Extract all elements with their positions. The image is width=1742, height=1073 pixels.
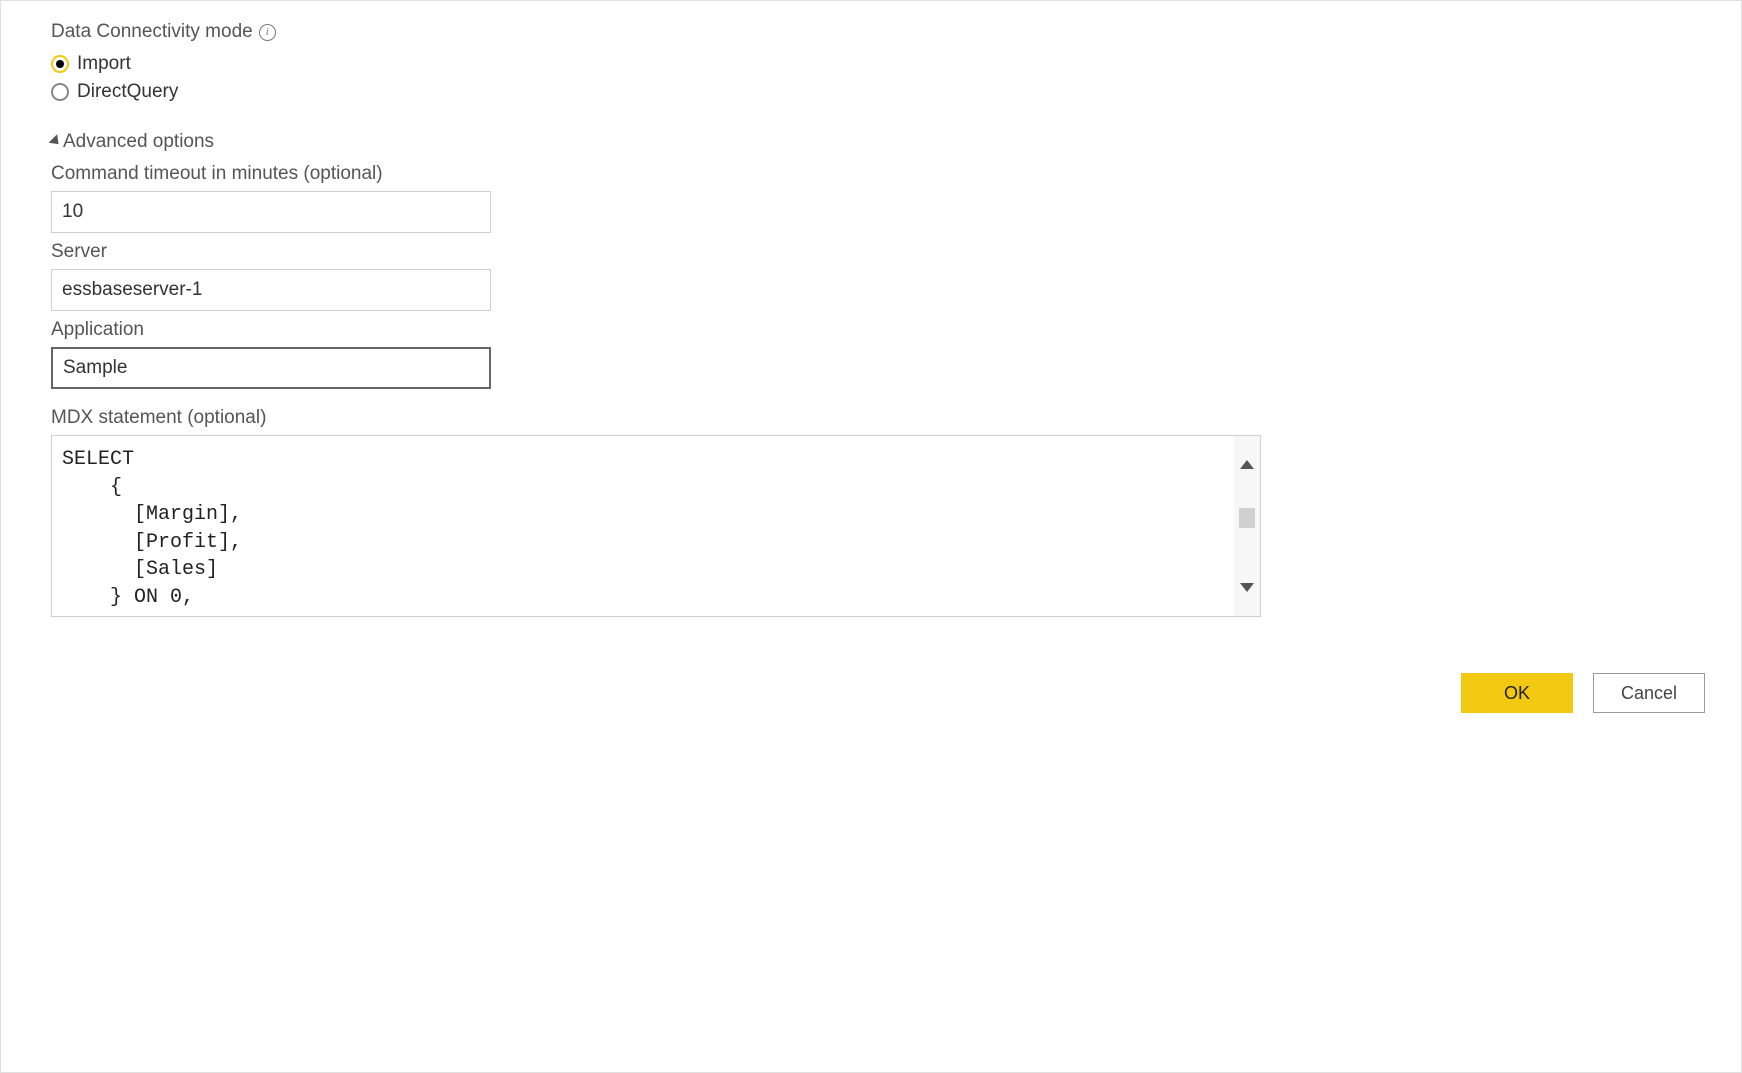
server-label: Server	[51, 241, 1711, 263]
mdx-input-wrapper	[51, 435, 1261, 617]
chevron-expand-icon	[49, 134, 63, 148]
radio-directquery-label: DirectQuery	[77, 81, 178, 103]
timeout-label: Command timeout in minutes (optional)	[51, 163, 1711, 185]
scroll-down-icon	[1240, 583, 1254, 592]
application-input[interactable]	[51, 347, 491, 389]
radio-import-circle	[51, 55, 69, 73]
server-input[interactable]	[51, 269, 491, 311]
application-label: Application	[51, 319, 1711, 341]
connectivity-mode-label: Data Connectivity mode i	[51, 21, 1711, 43]
radio-import[interactable]: Import	[51, 53, 1711, 75]
connectivity-mode-text: Data Connectivity mode	[51, 21, 253, 43]
info-icon[interactable]: i	[259, 24, 276, 41]
mdx-scrollbar[interactable]	[1234, 436, 1260, 616]
radio-import-label: Import	[77, 53, 131, 75]
cancel-button[interactable]: Cancel	[1593, 673, 1705, 713]
connectivity-radio-group: Import DirectQuery	[51, 53, 1711, 103]
radio-directquery-circle	[51, 83, 69, 101]
advanced-options-label: Advanced options	[63, 131, 214, 153]
mdx-textarea[interactable]	[52, 436, 1234, 616]
scroll-thumb[interactable]	[1239, 508, 1255, 528]
mdx-label: MDX statement (optional)	[51, 407, 1711, 429]
ok-button[interactable]: OK	[1461, 673, 1573, 713]
radio-directquery[interactable]: DirectQuery	[51, 81, 1711, 103]
advanced-options-toggle[interactable]: Advanced options	[51, 131, 1711, 153]
dialog-button-row: OK Cancel	[51, 673, 1711, 713]
timeout-input[interactable]	[51, 191, 491, 233]
scroll-up-icon	[1240, 460, 1254, 469]
